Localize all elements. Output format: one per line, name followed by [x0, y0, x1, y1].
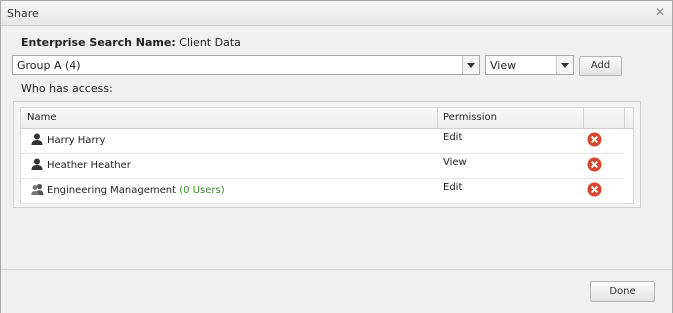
- enterprise-search-value: Client Data: [179, 36, 241, 49]
- remove-icon[interactable]: [587, 182, 602, 197]
- row-permission: View: [443, 157, 467, 168]
- permission-select-value: View: [490, 59, 517, 72]
- title-bar: Share ✕: [1, 1, 672, 26]
- group-icon: [31, 183, 44, 198]
- dialog-footer: Done: [1, 269, 672, 313]
- row-name: Heather Heather: [47, 160, 131, 171]
- remove-icon[interactable]: [587, 132, 602, 147]
- group-select-value: Group A (4): [17, 59, 81, 72]
- group-select[interactable]: Group A (4): [12, 55, 480, 75]
- dialog-content: Enterprise Search Name: Client Data Grou…: [1, 26, 672, 269]
- chevron-down-icon[interactable]: [556, 56, 573, 74]
- access-grid-container: Name Permission Harry Harry Edit Heather…: [13, 101, 641, 208]
- column-header-name[interactable]: Name: [27, 112, 57, 123]
- remove-icon[interactable]: [587, 157, 602, 172]
- table-row[interactable]: Engineering Management (0 Users) Edit: [21, 179, 624, 204]
- enterprise-search-label: Enterprise Search Name:: [21, 36, 176, 49]
- add-button[interactable]: Add: [579, 56, 622, 76]
- row-name: Harry Harry: [47, 135, 106, 146]
- done-button[interactable]: Done: [590, 281, 655, 302]
- permission-select[interactable]: View: [485, 55, 574, 75]
- dialog-title: Share: [7, 7, 39, 20]
- row-name: Engineering Management (0 Users): [47, 185, 225, 196]
- table-row[interactable]: Harry Harry Edit: [21, 129, 624, 154]
- grid-header: Name Permission: [21, 108, 633, 129]
- who-has-access-label: Who has access:: [21, 82, 113, 95]
- column-header-permission[interactable]: Permission: [443, 112, 497, 123]
- close-icon[interactable]: ✕: [655, 5, 665, 19]
- chevron-down-icon[interactable]: [462, 56, 479, 74]
- table-row[interactable]: Heather Heather View: [21, 154, 624, 179]
- user-icon: [31, 133, 43, 148]
- access-grid: Name Permission Harry Harry Edit Heather…: [20, 107, 634, 204]
- row-permission: Edit: [443, 182, 463, 193]
- enterprise-search-name: Enterprise Search Name: Client Data: [21, 36, 241, 49]
- user-icon: [31, 158, 43, 173]
- row-permission: Edit: [443, 132, 463, 143]
- users-count: (0 Users): [179, 185, 225, 196]
- share-dialog: Share ✕ Enterprise Search Name: Client D…: [0, 0, 673, 313]
